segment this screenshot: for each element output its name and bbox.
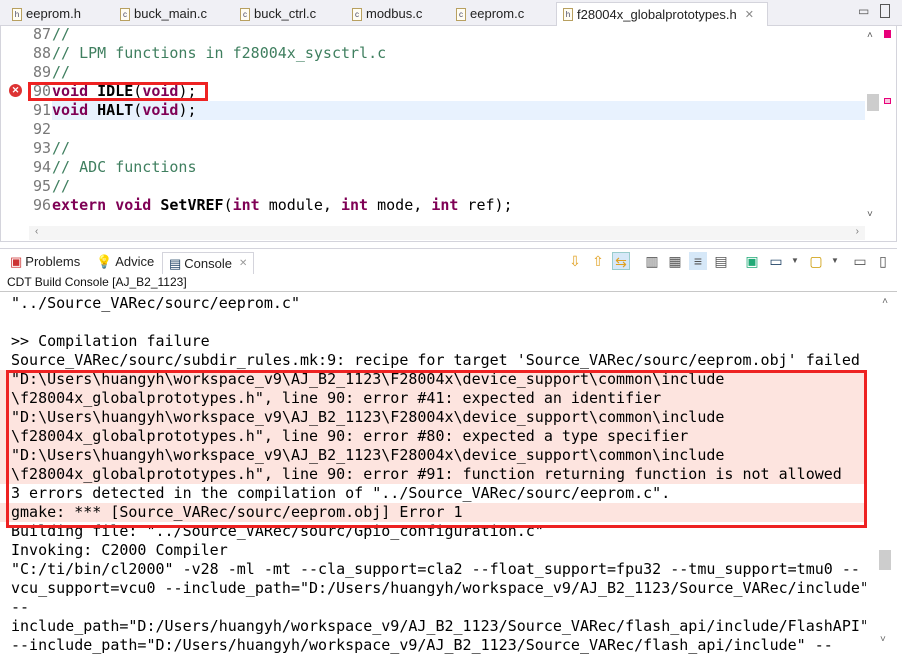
editor-vertical-scrollbar[interactable]: ˄ ˅: [864, 26, 896, 226]
code-line: 96extern void SetVREF(int module, int mo…: [32, 196, 513, 214]
c-file-warning-icon: c: [456, 7, 466, 21]
close-icon[interactable]: ✕: [239, 254, 247, 274]
code-line: 89//: [32, 63, 71, 81]
console-line: --include_path="D:/Users/huangyh/workspa…: [11, 636, 833, 654]
editor-tab-bar: h eeprom.h c buck_main.c c buck_ctrl.c c mod…: [0, 0, 902, 26]
minimize-icon[interactable]: ▭: [851, 252, 869, 270]
code-line: 93//: [32, 139, 71, 157]
console-output[interactable]: "../Source_VARec/sourc/eeprom.c" >> Compi…: [0, 292, 897, 658]
tab-console[interactable]: ▤ Console ✕: [162, 252, 255, 274]
c-file-icon: c: [240, 7, 250, 21]
h-file-icon: h: [12, 7, 22, 21]
chevron-down-icon[interactable]: ▼: [826, 252, 844, 270]
tab-buck-ctrl-c[interactable]: c buck_ctrl.c: [240, 2, 316, 26]
console-line: Source_VARec/sourc/subdir_rules.mk:9: re…: [11, 351, 860, 369]
error-marker-icon[interactable]: ✕: [9, 84, 22, 97]
error-overview-marker[interactable]: [884, 98, 891, 104]
maximize-icon[interactable]: [880, 4, 890, 18]
code-line: 95//: [32, 177, 71, 195]
arrow-up-icon[interactable]: ⇧: [589, 252, 607, 270]
tab-eeprom-h[interactable]: h eeprom.h: [12, 2, 81, 26]
h-file-icon: h: [563, 8, 573, 21]
error-overview-marker[interactable]: [884, 30, 891, 38]
arrow-down-icon[interactable]: ⇩: [566, 252, 584, 270]
tab-buck-main-c[interactable]: c buck_main.c: [120, 2, 207, 26]
console-line: vcu_support=vcu0 --include_path="D:/User…: [11, 579, 866, 597]
console-line: "C:/ti/bin/cl2000" -v28 -ml -mt --cla_su…: [11, 560, 860, 578]
tab-modbus-c[interactable]: c modbus.c: [352, 2, 422, 26]
console-line: "../Source_VARec/sourc/eeprom.c": [11, 294, 300, 312]
new-console-icon[interactable]: ▢: [807, 252, 825, 270]
editor-horizontal-scrollbar[interactable]: ‹ ›: [29, 226, 865, 240]
console-line: include_path="D:/Users/huangyh/workspace…: [11, 617, 866, 635]
console-line: Invoking: C2000 Compiler: [11, 541, 228, 559]
scroll-lock-icon[interactable]: ▥: [643, 252, 661, 270]
maximize-icon[interactable]: ▯: [874, 252, 892, 270]
lock-icon[interactable]: ▦: [666, 252, 684, 270]
console-line: --: [11, 598, 30, 616]
tab-f28004x-globalprototypes-h[interactable]: h f28004x_globalprototypes.h ✕: [556, 2, 768, 26]
tab-eeprom-c[interactable]: c eeprom.c: [456, 2, 524, 26]
c-file-icon: c: [120, 7, 130, 21]
code-line: 94// ADC functions: [32, 158, 197, 176]
error-highlight-box: [6, 370, 867, 528]
link-arrows-icon[interactable]: ⇆: [612, 252, 630, 270]
pin-console-icon[interactable]: ▣: [743, 252, 761, 270]
c-file-icon: c: [352, 7, 362, 21]
console-icon: ▤: [169, 255, 182, 271]
minimize-icon[interactable]: ▭: [858, 4, 869, 18]
problems-icon: ▣: [10, 254, 23, 269]
display-console-icon[interactable]: ▭: [767, 252, 785, 270]
error-highlight-box: [28, 82, 208, 101]
console-vertical-scrollbar[interactable]: ˄ ˅: [875, 292, 895, 658]
code-line: 92: [32, 120, 51, 138]
tab-advice[interactable]: 💡 Advice: [96, 252, 154, 272]
lightbulb-icon: 💡: [96, 254, 113, 269]
panel-tab-bar: ▣ Problems 💡 Advice ▤ Console ✕ ⇩ ⇧ ⇆ ▥ ▦ ≡ …: [0, 248, 897, 274]
code-line: 87//: [32, 25, 71, 43]
console-title: CDT Build Console [AJ_B2_1123]: [0, 272, 897, 292]
tab-problems[interactable]: ▣ Problems: [10, 252, 80, 272]
console-line: >> Compilation failure: [11, 332, 210, 350]
code-editor[interactable]: 87// 88// LPM functions in f28004x_sysct…: [0, 25, 897, 242]
code-line: 88// LPM functions in f28004x_sysctrl.c: [32, 44, 387, 62]
close-icon[interactable]: ✕: [745, 4, 754, 26]
word-wrap-icon[interactable]: ≡: [689, 252, 707, 270]
code-line-current: 91void HALT(void);: [1, 101, 865, 120]
clear-console-icon[interactable]: ▤: [712, 252, 730, 270]
chevron-down-icon[interactable]: ▼: [786, 252, 804, 270]
